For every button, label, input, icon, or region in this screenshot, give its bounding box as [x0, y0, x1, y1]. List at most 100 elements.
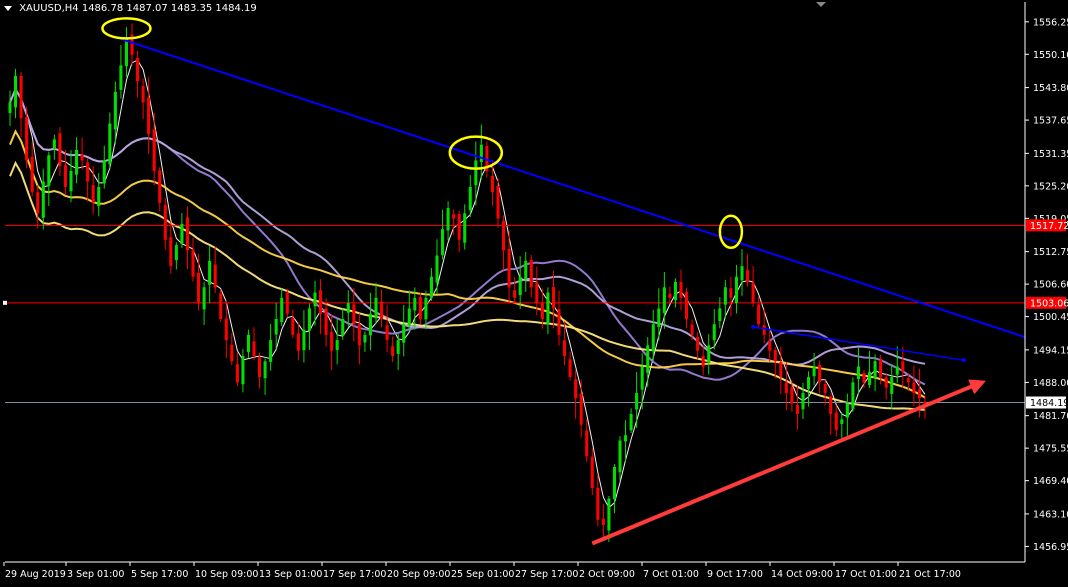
candle-body	[402, 324, 406, 343]
candle-body	[601, 518, 605, 526]
candle-body	[14, 75, 18, 108]
candle-body	[557, 309, 561, 335]
candle-body	[546, 292, 550, 325]
candle-body	[91, 185, 95, 203]
candle-body	[124, 38, 128, 67]
candle-body	[812, 366, 816, 377]
x-tick-label: 20 Sep 09:00	[387, 569, 450, 580]
candle-body	[424, 297, 428, 320]
candle-body	[463, 213, 467, 243]
highlight-ellipses	[101, 17, 744, 250]
candle-body	[163, 204, 167, 240]
y-tick-label: 1506.60	[1033, 280, 1068, 291]
y-tick-label: 1512.75	[1033, 247, 1068, 258]
candle-body	[25, 117, 29, 161]
candle-body	[795, 405, 799, 415]
candle-body	[224, 318, 228, 341]
candle-body	[291, 317, 295, 335]
candle-body	[474, 160, 478, 186]
candle-body	[258, 357, 262, 378]
candle-body	[19, 75, 23, 119]
candle-body	[629, 414, 633, 431]
candle-body	[202, 287, 206, 310]
y-tick-label: 1500.45	[1033, 312, 1068, 323]
candle-body	[729, 288, 733, 298]
trendline-anchor	[751, 324, 756, 329]
candle-body	[296, 333, 300, 351]
candle-body	[357, 324, 361, 346]
candle-body	[834, 412, 838, 430]
x-tick-label: 2 Oct 09:00	[579, 569, 635, 580]
candle-body	[718, 308, 722, 322]
dropdown-triangle-icon[interactable]	[4, 5, 12, 11]
candle-body	[890, 377, 894, 394]
candle-body	[41, 181, 45, 218]
candle-body	[86, 162, 90, 182]
candle-body	[901, 361, 905, 372]
y-tick-label: 1494.15	[1033, 345, 1068, 356]
price-tag-label: 1503.06	[1030, 298, 1068, 309]
candle-body	[873, 361, 877, 379]
candle-body	[63, 165, 67, 187]
candle-body	[912, 382, 916, 393]
candle-body	[241, 355, 245, 385]
candle-body	[368, 313, 372, 336]
candle-body	[269, 340, 273, 362]
candle-body	[740, 266, 744, 281]
y-tick-label: 1488.00	[1033, 378, 1068, 389]
candle-body	[712, 324, 716, 341]
candle-body	[429, 276, 433, 298]
y-tick-label: 1550.10	[1033, 50, 1068, 61]
candle-body	[868, 371, 872, 386]
trendlines	[120, 38, 1026, 546]
y-tick-label: 1463.10	[1033, 509, 1068, 520]
candle-body	[829, 396, 833, 415]
support-arrow-line	[591, 381, 979, 546]
resistance-trendline	[120, 38, 1026, 339]
candle-body	[917, 389, 921, 399]
candle-body	[274, 318, 278, 335]
candle-body	[496, 186, 500, 219]
price-chart[interactable]: XAUUSD,H4 1486.78 1487.07 1483.35 1484.1…	[0, 0, 1068, 583]
x-tick-label: 17 Sep 17:00	[323, 569, 386, 580]
candle-body	[707, 345, 711, 363]
candle-body	[513, 290, 517, 298]
candle-body	[235, 364, 239, 383]
candle-body	[762, 324, 766, 335]
x-tick-label: 5 Sep 17:00	[131, 569, 188, 580]
x-tick-label: 27 Sep 17:00	[515, 569, 578, 580]
candle-body	[363, 334, 367, 343]
x-tick-label: 29 Aug 2019	[5, 569, 66, 580]
candle-body	[845, 403, 849, 418]
highlight-ellipse	[718, 214, 744, 250]
x-tick-label: 21 Oct 17:00	[899, 569, 961, 580]
candle-body	[180, 223, 184, 244]
price-tag-label: 1517.72	[1030, 221, 1068, 232]
candle-body	[374, 297, 378, 319]
candle-body	[285, 292, 289, 314]
candle-body	[468, 186, 472, 211]
candle-body	[895, 366, 899, 375]
level-marker	[3, 300, 7, 305]
candle-body	[540, 302, 544, 319]
x-tick-label: 10 Sep 09:00	[195, 569, 258, 580]
candle-body	[36, 192, 40, 214]
candle-body	[307, 308, 311, 331]
candle-body	[97, 186, 101, 207]
candle-body	[252, 341, 256, 356]
candle-body	[324, 308, 328, 335]
candle-body	[607, 498, 611, 531]
candle-body	[529, 259, 533, 288]
candle-body	[596, 487, 600, 520]
candle-body	[141, 86, 145, 103]
candle-body	[551, 286, 555, 309]
candle-body	[746, 270, 750, 282]
candle-body	[47, 155, 51, 186]
candle-body	[568, 359, 572, 378]
candle-body	[69, 171, 73, 192]
y-tick-label: 1543.80	[1033, 83, 1068, 94]
candle-body	[441, 229, 445, 255]
candle-body	[690, 324, 694, 335]
candle-body	[80, 154, 84, 161]
candle-body	[335, 340, 339, 351]
